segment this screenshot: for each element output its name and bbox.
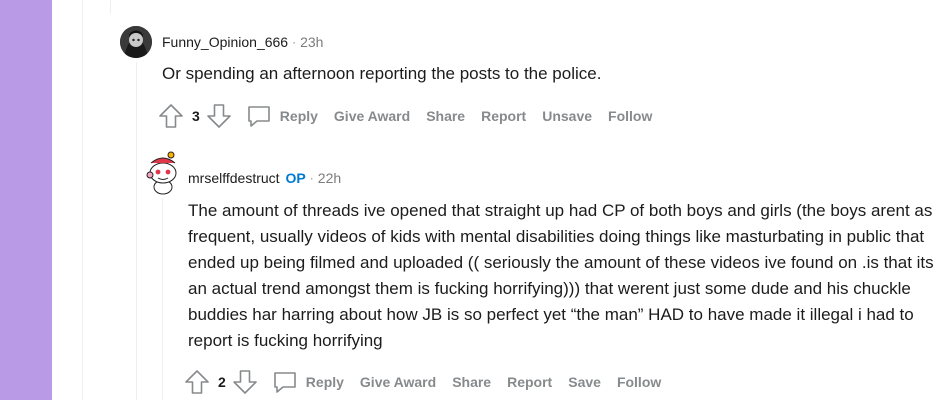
upvote-button[interactable] — [184, 369, 210, 395]
comment-body: Or spending an afternoon reporting the p… — [162, 61, 932, 87]
vote-score: 2 — [218, 374, 226, 390]
downvote-arrow-icon — [232, 370, 257, 394]
comment-text: The amount of threads ive opened that st… — [188, 201, 934, 350]
report-button[interactable]: Report — [481, 108, 526, 124]
author-name[interactable]: mrselffdestruct — [188, 170, 280, 186]
author-name[interactable]: Funny_Opinion_666 — [162, 34, 288, 50]
comment-actions: 2 Reply Give Award Share Report Save Fol… — [184, 368, 677, 396]
upvote-arrow-icon — [159, 104, 183, 128]
comment-meta: Funny_Opinion_666 · 23h — [162, 32, 323, 52]
follow-button[interactable]: Follow — [608, 108, 652, 124]
thread-line-root[interactable] — [82, 0, 83, 400]
vote-score: 3 — [192, 108, 200, 124]
reply-button[interactable]: Reply — [246, 103, 318, 129]
comment-timestamp[interactable]: 22h — [318, 170, 341, 186]
downvote-button[interactable] — [232, 369, 258, 395]
report-button[interactable]: Report — [507, 374, 552, 390]
comment-timestamp[interactable]: 23h — [300, 34, 323, 50]
reply-button[interactable]: Reply — [272, 369, 344, 395]
avatar[interactable] — [145, 149, 181, 195]
unsave-button[interactable]: Unsave — [542, 108, 592, 124]
comment-body: The amount of threads ive opened that st… — [188, 198, 934, 354]
save-button[interactable]: Save — [568, 374, 601, 390]
thread-line-top — [110, 0, 111, 14]
speech-bubble-icon — [273, 372, 296, 393]
follow-button[interactable]: Follow — [617, 374, 661, 390]
meta-separator: · — [292, 35, 297, 49]
subreddit-color-bar — [0, 0, 52, 400]
avatar[interactable] — [120, 26, 152, 58]
speech-bubble-icon — [247, 106, 270, 127]
downvote-arrow-icon — [206, 104, 231, 128]
upvote-arrow-icon — [185, 370, 209, 394]
share-button[interactable]: Share — [426, 108, 465, 124]
comment-meta: mrselffdestruct OP · 22h — [188, 168, 341, 188]
snoo-avatar-image — [146, 151, 177, 195]
give-award-button[interactable]: Give Award — [360, 374, 436, 390]
give-award-button[interactable]: Give Award — [334, 108, 410, 124]
share-button[interactable]: Share — [452, 374, 491, 390]
avatar-image — [120, 26, 152, 58]
thread-line-comment-2[interactable] — [162, 198, 163, 400]
op-badge: OP — [285, 170, 306, 186]
downvote-button[interactable] — [206, 103, 232, 129]
upvote-button[interactable] — [158, 103, 184, 129]
thread-line-comment-1[interactable] — [136, 62, 137, 400]
meta-separator: · — [309, 171, 314, 185]
comment-text: Or spending an afternoon reporting the p… — [162, 64, 602, 83]
reply-label: Reply — [279, 108, 318, 124]
reply-label: Reply — [305, 374, 344, 390]
comment-actions: 3 Reply Give Award Share Report Unsave F… — [158, 102, 668, 130]
